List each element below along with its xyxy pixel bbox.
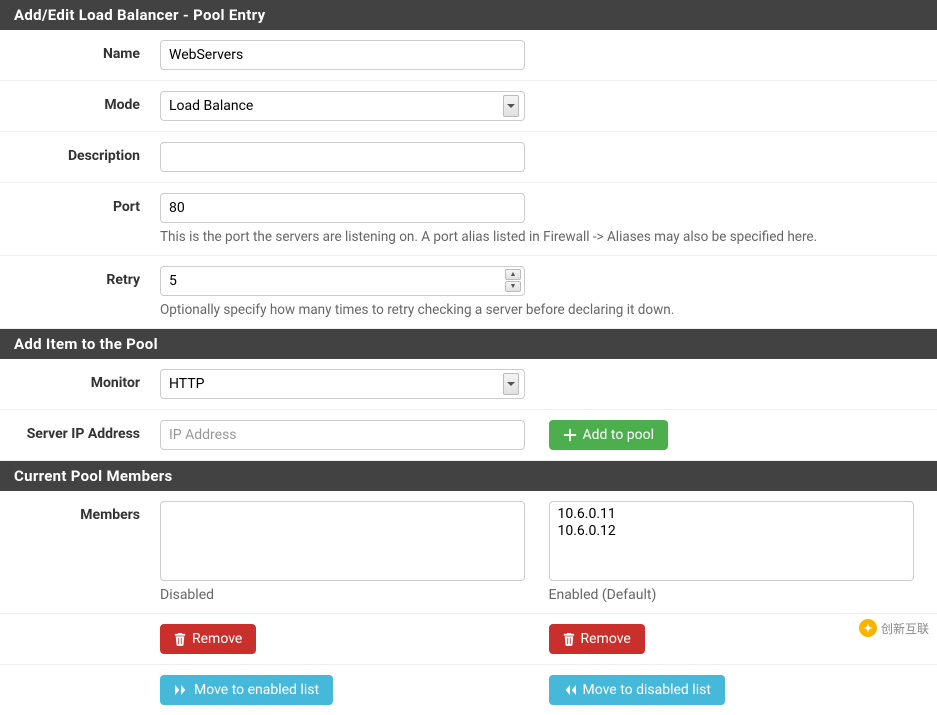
chevron-double-left-icon — [563, 684, 577, 696]
retry-step-down[interactable]: ▼ — [505, 281, 521, 292]
trash-icon — [174, 632, 186, 646]
label-mode: Mode — [0, 91, 160, 113]
move-to-enabled-button[interactable]: Move to enabled list — [160, 675, 333, 705]
remove-disabled-button[interactable]: Remove — [160, 624, 256, 654]
label-members: Members — [0, 501, 160, 523]
label-monitor: Monitor — [0, 369, 160, 391]
label-name: Name — [0, 40, 160, 62]
mode-select[interactable]: Load Balance — [160, 91, 525, 121]
remove-disabled-label: Remove — [192, 631, 242, 647]
retry-help: Optionally specify how many times to ret… — [160, 302, 917, 318]
remove-enabled-button[interactable]: Remove — [549, 624, 645, 654]
move-to-disabled-button[interactable]: Move to disabled list — [549, 675, 725, 705]
watermark-text: 创新互联 — [881, 620, 929, 637]
enabled-members-list[interactable]: 10.6.0.1110.6.0.12 — [549, 501, 914, 581]
monitor-select[interactable]: HTTP — [160, 369, 525, 399]
label-description: Description — [0, 142, 160, 164]
move-enabled-label: Move to enabled list — [194, 682, 319, 698]
remove-enabled-label: Remove — [581, 631, 631, 647]
add-to-pool-label: Add to pool — [583, 427, 655, 443]
name-input[interactable] — [160, 40, 525, 70]
watermark-logo-icon: ✦ — [859, 619, 877, 637]
serverip-input[interactable] — [160, 420, 525, 450]
disabled-members-list[interactable] — [160, 501, 525, 581]
label-retry: Retry — [0, 266, 160, 288]
section-header-additem: Add Item to the Pool — [0, 329, 937, 359]
retry-input[interactable] — [160, 266, 525, 296]
enabled-label: Enabled (Default) — [549, 587, 918, 603]
chevron-double-right-icon — [174, 684, 188, 696]
plus-icon — [563, 428, 577, 442]
section-header-edit: Add/Edit Load Balancer - Pool Entry — [0, 0, 937, 30]
label-port: Port — [0, 193, 160, 215]
watermark: ✦ 创新互联 — [859, 619, 929, 637]
disabled-label: Disabled — [160, 587, 529, 603]
move-disabled-label: Move to disabled list — [583, 682, 711, 698]
label-serverip: Server IP Address — [0, 420, 160, 442]
port-help: This is the port the servers are listeni… — [160, 229, 917, 245]
retry-step-up[interactable]: ▲ — [505, 269, 521, 280]
add-to-pool-button[interactable]: Add to pool — [549, 420, 669, 450]
port-input[interactable] — [160, 193, 525, 223]
description-input[interactable] — [160, 142, 525, 172]
section-header-members: Current Pool Members — [0, 461, 937, 491]
trash-icon — [563, 632, 575, 646]
